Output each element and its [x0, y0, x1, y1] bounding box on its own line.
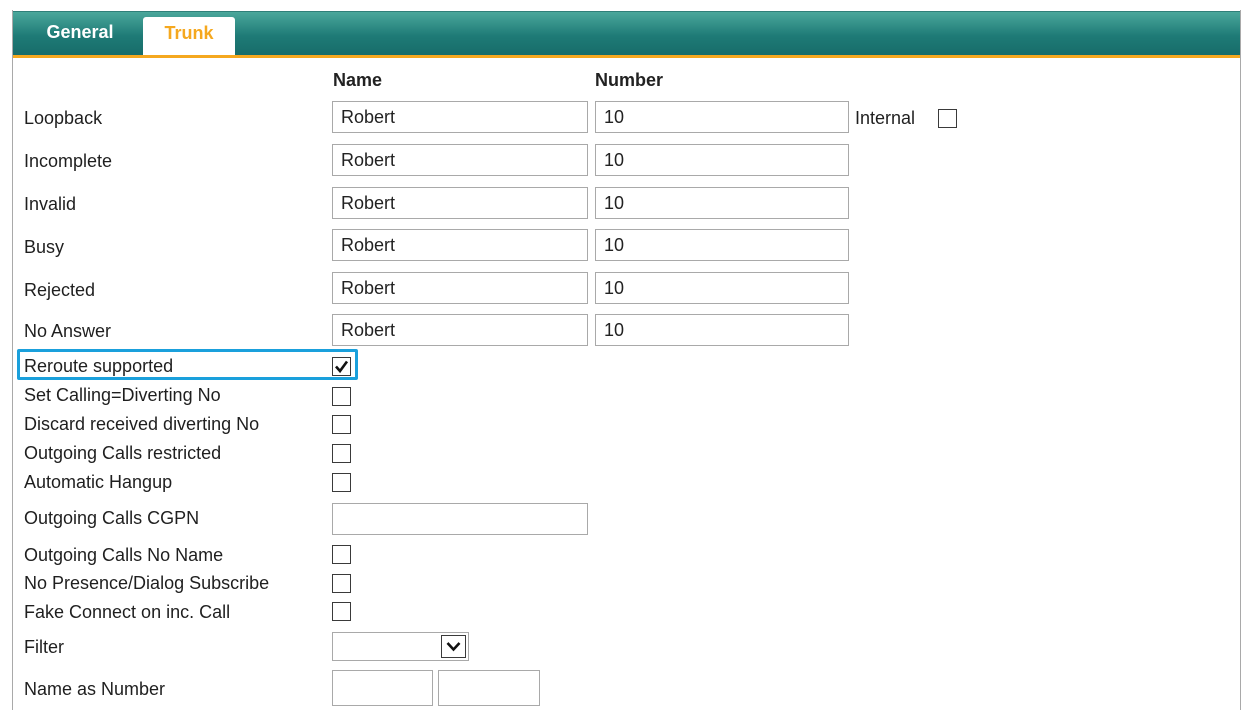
fake-connect-checkbox[interactable] [332, 602, 351, 621]
chevron-down-icon[interactable] [441, 635, 466, 658]
option-label-reroute-supported: Reroute supported [24, 356, 174, 376]
row-label-no-answer: No Answer [24, 321, 112, 341]
automatic-hangup-checkbox[interactable] [332, 473, 351, 492]
row-label-incomplete: Incomplete [24, 151, 113, 171]
outgoing-no-name-checkbox[interactable] [332, 545, 351, 564]
column-header-name: Name [333, 70, 383, 90]
incomplete-name-input[interactable] [332, 144, 588, 176]
invalid-name-input[interactable] [332, 187, 588, 219]
option-label-automatic-hangup: Automatic Hangup [24, 472, 173, 492]
rejected-number-input[interactable] [595, 272, 849, 304]
no-answer-name-input[interactable] [332, 314, 588, 346]
row-label-invalid: Invalid [24, 194, 77, 214]
incomplete-number-input[interactable] [595, 144, 849, 176]
tab-trunk[interactable]: Trunk [143, 17, 235, 55]
name-as-number-input-1[interactable] [332, 670, 433, 706]
row-label-loopback: Loopback [24, 108, 103, 128]
outgoing-restricted-checkbox[interactable] [332, 444, 351, 463]
no-presence-subscribe-checkbox[interactable] [332, 574, 351, 593]
row-label-busy: Busy [24, 237, 65, 257]
option-label-fake-connect: Fake Connect on inc. Call [24, 602, 231, 622]
cgpn-input[interactable] [332, 503, 588, 535]
busy-number-input[interactable] [595, 229, 849, 261]
column-header-number: Number [595, 70, 664, 90]
busy-name-input[interactable] [332, 229, 588, 261]
name-as-number-label: Name as Number [24, 679, 166, 699]
name-as-number-input-2[interactable] [438, 670, 540, 706]
tab-general[interactable]: General [40, 18, 120, 46]
invalid-number-input[interactable] [595, 187, 849, 219]
row-label-rejected: Rejected [24, 280, 96, 300]
option-label-set-calling: Set Calling=Diverting No [24, 385, 221, 405]
option-label-discard-diverting: Discard received diverting No [24, 414, 260, 434]
no-answer-number-input[interactable] [595, 314, 849, 346]
option-label-no-name: Outgoing Calls No Name [24, 545, 224, 565]
filter-select[interactable] [332, 632, 469, 661]
cgpn-label: Outgoing Calls CGPN [24, 508, 200, 528]
internal-checkbox[interactable] [938, 109, 957, 128]
filter-label: Filter [24, 637, 64, 657]
option-label-no-presence: No Presence/Dialog Subscribe [24, 573, 270, 593]
discard-diverting-checkbox[interactable] [332, 415, 351, 434]
reroute-supported-checkbox[interactable] [332, 357, 351, 376]
set-calling-diverting-checkbox[interactable] [332, 387, 351, 406]
rejected-name-input[interactable] [332, 272, 588, 304]
loopback-name-input[interactable] [332, 101, 588, 133]
option-label-outgoing-restricted: Outgoing Calls restricted [24, 443, 222, 463]
loopback-number-input[interactable] [595, 101, 849, 133]
internal-label: Internal [855, 108, 916, 128]
tab-accent-line [13, 55, 1240, 58]
